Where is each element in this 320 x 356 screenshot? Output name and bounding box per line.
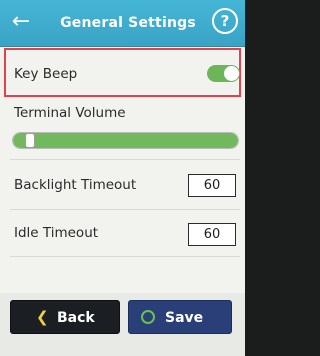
arrow-left-icon[interactable]: ← xyxy=(9,10,33,34)
back-button[interactable]: ❮ Back xyxy=(10,300,120,334)
backlight-timeout-field[interactable]: 60 xyxy=(188,174,236,197)
circle-icon xyxy=(141,310,155,324)
idle-timeout-label: Idle Timeout xyxy=(14,225,99,241)
toggle-knob xyxy=(224,66,239,81)
divider xyxy=(10,256,240,257)
header-bar: ← General Settings ? xyxy=(0,0,245,47)
backlight-timeout-label: Backlight Timeout xyxy=(14,177,137,193)
volume-level-fill xyxy=(13,133,238,148)
idle-timeout-field[interactable]: 60 xyxy=(188,223,236,246)
back-button-label: Back xyxy=(57,310,95,326)
divider xyxy=(10,159,240,160)
terminal-volume-label: Terminal Volume xyxy=(14,105,126,121)
terminal-volume-slider[interactable] xyxy=(12,132,239,149)
divider xyxy=(10,209,240,210)
general-settings-screen: ← General Settings ? Key Beep Terminal V… xyxy=(0,0,245,356)
save-button-label: Save xyxy=(165,310,204,326)
volume-slider-handle[interactable] xyxy=(24,133,35,148)
page-title: General Settings xyxy=(60,15,196,31)
key-beep-label: Key Beep xyxy=(14,66,78,82)
key-beep-toggle[interactable] xyxy=(207,65,240,82)
chevron-left-icon: ❮ xyxy=(36,308,49,326)
help-button[interactable]: ? xyxy=(212,8,238,34)
save-button[interactable]: Save xyxy=(128,300,232,334)
